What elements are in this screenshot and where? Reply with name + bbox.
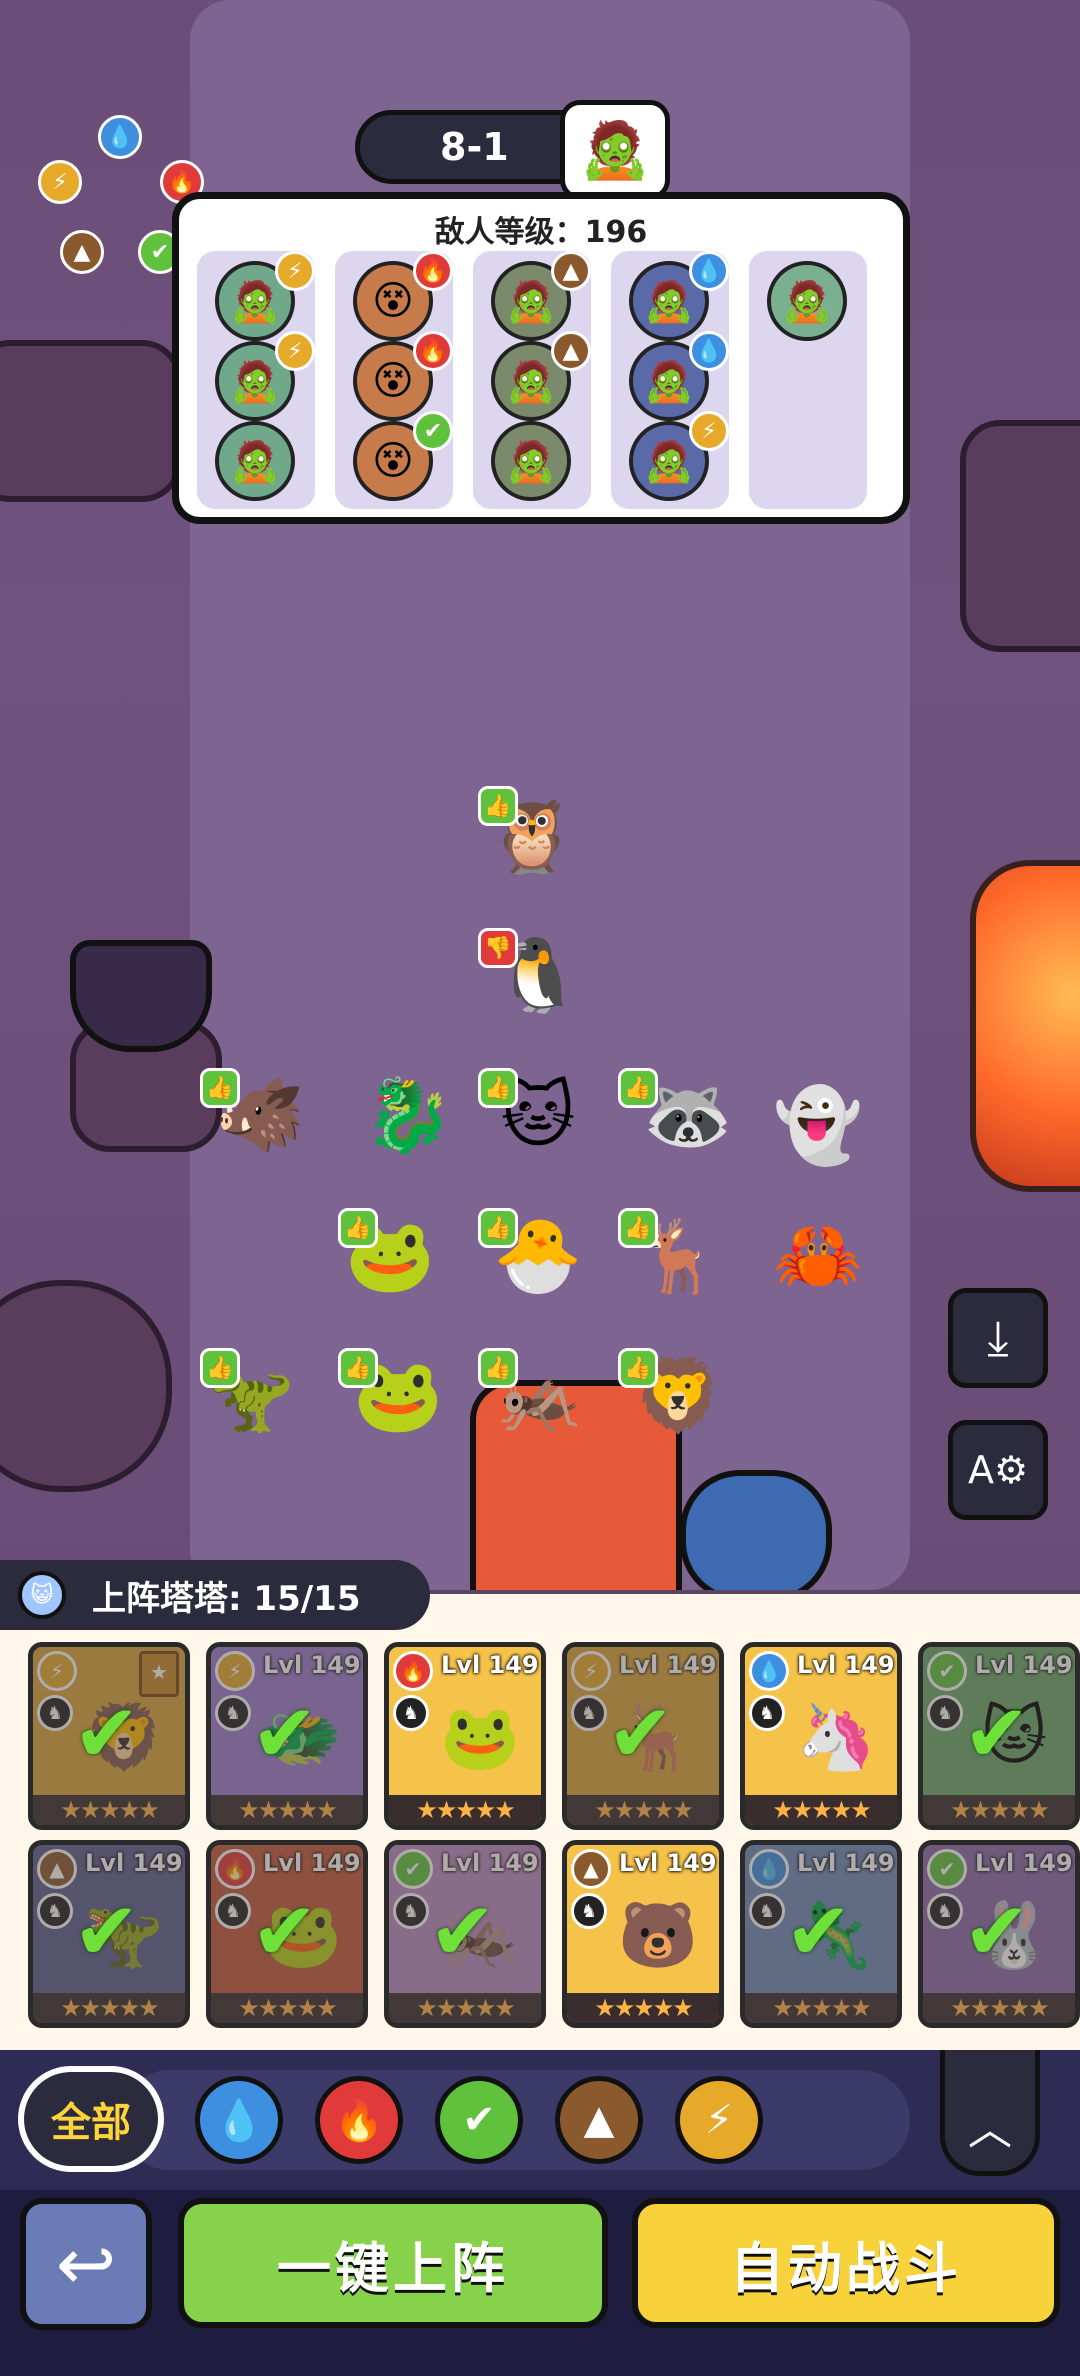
- stage-number: 8-1: [440, 125, 509, 169]
- dragon-unit[interactable]: 🐉: [348, 1060, 468, 1170]
- earth-icon: ▲: [551, 331, 591, 371]
- enemy-column: 🧟 💧 🧟 💧 🧟 ⚡: [611, 251, 729, 509]
- check-icon: ✔: [963, 1885, 1031, 1978]
- earth-icon: ▲: [571, 1849, 611, 1889]
- chevron-up-icon[interactable]: ︿: [940, 2050, 1040, 2176]
- hero-card[interactable]: 🔥 ♞ Lvl 149 🐸 ★★★★★: [384, 1642, 546, 1830]
- check-icon: ✔: [251, 1687, 319, 1780]
- enemy-column: 🧟 ⚡ 🧟 ⚡ 🧟: [197, 251, 315, 509]
- fire-icon: 🔥: [413, 331, 453, 371]
- lava-pool: [970, 860, 1080, 1192]
- role-icon: ♞: [749, 1695, 785, 1731]
- zombie-face-icon[interactable]: 🧟: [560, 100, 670, 200]
- lightning-icon: ⚡: [275, 251, 315, 291]
- auto-battle-button[interactable]: 自动战斗: [632, 2198, 1060, 2328]
- enemy-level-label: 敌人等级：196: [434, 215, 648, 250]
- enemy-face-icon: 🧟: [215, 421, 295, 501]
- card-level: Lvl 149: [797, 1651, 895, 1679]
- check-icon: ✔: [73, 1687, 141, 1780]
- hero-card[interactable]: ⚡ ♞ 🦁 ★★★★★ ★ ✔: [28, 1642, 190, 1830]
- card-level: Lvl 149: [619, 1849, 717, 1877]
- water-icon: 💧: [749, 1651, 789, 1691]
- check-icon: ✔: [429, 1885, 497, 1978]
- water-icon: 💧: [689, 331, 729, 371]
- hero-card[interactable]: 💧 ♞ Lvl 149 🦎 ★★★★★ ✔: [740, 1840, 902, 2028]
- check-icon: ✔: [73, 1885, 141, 1978]
- hero-card[interactable]: ⚡ ♞ Lvl 149 🦌 ★★★★★ ✔: [562, 1642, 724, 1830]
- ghost-unit[interactable]: 👻: [758, 1070, 878, 1180]
- lightning-filter-icon[interactable]: ⚡: [675, 2076, 763, 2164]
- enemy-face-icon: 🧟: [767, 261, 847, 341]
- check-icon: ✔: [785, 1885, 853, 1978]
- role-icon: ♞: [571, 1893, 607, 1929]
- star-rating: ★★★★★: [745, 1795, 897, 1825]
- earth-icon: ▲: [551, 251, 591, 291]
- enemy-column: 🧟: [749, 251, 867, 509]
- cat-mascot-icon: 😺: [18, 1571, 66, 1619]
- thumb-up-icon: 👍: [478, 786, 518, 826]
- thumb-up-icon: 👍: [338, 1348, 378, 1388]
- thumb-up-icon: 👍: [200, 1348, 240, 1388]
- font-settings-icon[interactable]: A⚙: [948, 1420, 1048, 1520]
- hero-portrait: 🐸: [440, 1700, 520, 1775]
- check-icon: ✔: [607, 1687, 675, 1780]
- download-icon[interactable]: ⤓: [948, 1288, 1048, 1388]
- filter-all-button[interactable]: 全部: [18, 2066, 164, 2172]
- earth-icon: ▲: [60, 230, 104, 274]
- thumb-up-icon: 👍: [478, 1348, 518, 1388]
- role-icon: ♞: [393, 1695, 429, 1731]
- thumb-up-icon: 👍: [200, 1068, 240, 1108]
- enemy-preview-panel: 敌人等级：196 🧟 ⚡ 🧟 ⚡ 🧟 😵 🔥 😵 🔥 😵 ✔ 🧟 ▲ 🧟 ▲ 🧟 🧟 💧 🧟 💧 🧟 ⚡ 🧟: [172, 192, 910, 524]
- roster-header: 😺 上阵塔塔: 15/15: [0, 1560, 430, 1630]
- thumb-up-icon: 👍: [338, 1208, 378, 1248]
- fire-icon: 🔥: [393, 1651, 433, 1691]
- lightning-icon: ⚡: [689, 411, 729, 451]
- hero-card[interactable]: 🔥 ♞ Lvl 149 🐸 ★★★★★ ✔: [206, 1840, 368, 2028]
- roster-count-label: 上阵塔塔: 15/15: [92, 1578, 361, 1619]
- thumb-up-icon: 👍: [618, 1208, 658, 1248]
- hero-card[interactable]: ▲ ♞ Lvl 149 🐻 ★★★★★: [562, 1840, 724, 2028]
- hero-card[interactable]: ▲ ♞ Lvl 149 🦖 ★★★★★ ✔: [28, 1840, 190, 2028]
- leaf-filter-icon[interactable]: ✔: [435, 2076, 523, 2164]
- leaf-icon: ✔: [413, 411, 453, 451]
- thumb-up-icon: 👍: [618, 1348, 658, 1388]
- rock-decor: [960, 420, 1080, 652]
- star-rating: ★★★★★: [389, 1795, 541, 1825]
- hero-portrait: 🦄: [796, 1700, 876, 1775]
- rock-decor: [0, 340, 182, 502]
- water-icon: 💧: [98, 115, 142, 159]
- check-icon: ✔: [251, 1885, 319, 1978]
- thumb-up-icon: 👍: [478, 1068, 518, 1108]
- enemy-spawn-marker: [70, 940, 212, 1052]
- enemy-face-icon: 🧟: [491, 421, 571, 501]
- water-filter-icon[interactable]: 💧: [195, 2076, 283, 2164]
- rock-decor: [0, 1280, 172, 1492]
- hero-card[interactable]: ✔ ♞ Lvl 149 🦗 ★★★★★ ✔: [384, 1840, 546, 2028]
- hero-card[interactable]: 💧 ♞ Lvl 149 🦄 ★★★★★: [740, 1642, 902, 1830]
- enemy-column: 🧟 ▲ 🧟 ▲ 🧟: [473, 251, 591, 509]
- hero-card[interactable]: ⚡ ♞ Lvl 149 🐲 ★★★★★ ✔: [206, 1642, 368, 1830]
- hero-card[interactable]: ✔ ♞ Lvl 149 🐱 ★★★★★ ✔: [918, 1642, 1080, 1830]
- enemy-column: 😵 🔥 😵 🔥 😵 ✔: [335, 251, 453, 509]
- hero-portrait: 🐻: [618, 1898, 698, 1973]
- check-icon: ✔: [963, 1687, 1031, 1780]
- fire-filter-icon[interactable]: 🔥: [315, 2076, 403, 2164]
- thumb-up-icon: 👍: [478, 1208, 518, 1248]
- hermit-crab-unit[interactable]: 🦀: [758, 1200, 878, 1310]
- fire-icon: 🔥: [413, 251, 453, 291]
- pipe-decor: [680, 1470, 832, 1590]
- earth-filter-icon[interactable]: ▲: [555, 2076, 643, 2164]
- card-level: Lvl 149: [441, 1651, 539, 1679]
- star-rating: ★★★★★: [567, 1993, 719, 2023]
- water-icon: 💧: [689, 251, 729, 291]
- lightning-icon: ⚡: [38, 160, 82, 204]
- thumb-up-icon: 👍: [618, 1068, 658, 1108]
- thumb-down-icon: 👎: [478, 928, 518, 968]
- auto-deploy-button[interactable]: 一键上阵: [178, 2198, 608, 2328]
- hero-card[interactable]: ✔ ♞ Lvl 149 🐰 ★★★★★ ✔: [918, 1840, 1080, 2028]
- lightning-icon: ⚡: [275, 331, 315, 371]
- back-arrow-icon[interactable]: ↩: [20, 2198, 152, 2330]
